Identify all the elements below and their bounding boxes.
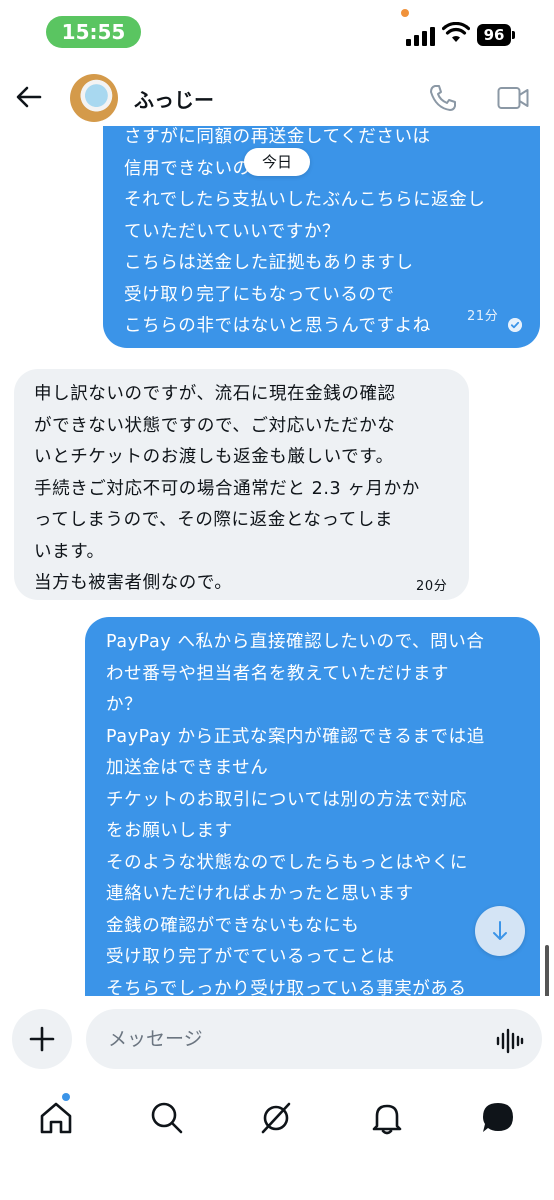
cellular-signal-icon (406, 24, 436, 46)
message-bubble-outgoing[interactable]: さすがに同額の再送金してくださいは 信用できないので それでしたら支払いしたぶん… (103, 126, 540, 348)
message-line: いとチケットのお渡しも返金も厳しいです。 (34, 447, 394, 467)
avatar[interactable] (70, 74, 118, 122)
message-line: います。 (34, 541, 105, 562)
message-bubble-incoming[interactable]: 申し訳ないのですが、流石に現在金銭の確認 ができない状態ですので、ご対応いただか… (14, 369, 469, 600)
camera-indicator-dot (401, 9, 409, 17)
arrow-left-icon[interactable] (14, 82, 44, 112)
message-line: 連絡いただければよかったと思います (106, 884, 414, 904)
grok-icon[interactable] (258, 1100, 294, 1136)
message-line: 信用できないので (124, 158, 269, 179)
message-line: ってしまうので、その際に返金となってしま (34, 510, 394, 530)
status-time: 15:55 (46, 16, 141, 48)
message-line: ができない状態ですので、ご対応いただかな (34, 415, 396, 436)
add-attachment-button[interactable] (12, 1009, 72, 1069)
message-list[interactable]: さすがに同額の再送金してくださいは 信用できないので それでしたら支払いしたぶん… (0, 126, 554, 996)
chat-header: ふっじー (0, 70, 554, 126)
message-line: そちらでしっかり受け取っている事実がある (106, 978, 467, 997)
message-line: それでしたら支払いしたぶんこちらに返金し (124, 190, 486, 210)
message-line: PayPay から正式な案内が確認できるまでは追 (106, 726, 485, 747)
read-check-icon (508, 318, 522, 332)
message-line: PayPay へ私から直接確認したいので、問い合 (106, 632, 485, 652)
home-icon[interactable] (38, 1100, 74, 1136)
message-line: 申し訳ないのですが、流石に現在金銭の確認 (34, 384, 396, 404)
message-line: をお願いします (106, 821, 233, 841)
status-bar: 15:55 96 (0, 0, 554, 70)
date-divider: 今日 (244, 148, 310, 176)
battery-icon (512, 31, 515, 39)
battery-level: 96 (477, 24, 511, 46)
message-line: わせ番号や担当者名を教えていただけます (106, 663, 450, 684)
arrow-down-icon (493, 921, 507, 940)
message-line: 受け取り完了がでているってことは (106, 947, 395, 967)
bell-icon[interactable] (369, 1100, 405, 1136)
message-line: こちらは送金した証拠もありますし (124, 253, 414, 273)
video-camera-icon[interactable] (497, 85, 529, 111)
message-composer (0, 996, 554, 1084)
scrollbar[interactable] (545, 945, 549, 996)
message-line: ていただいていいですか？ (124, 221, 341, 242)
plus-icon (29, 1026, 55, 1052)
message-time: 20分 (416, 579, 448, 594)
phone-icon[interactable] (428, 83, 458, 113)
message-bubble-outgoing[interactable]: PayPay へ私から直接確認したいので、問い合 わせ番号や担当者名を教えていた… (85, 617, 540, 996)
message-line: 加送金はできません (106, 758, 269, 778)
home-badge-dot (62, 1093, 70, 1101)
bottom-tab-bar (0, 1084, 554, 1200)
message-line: 当方も被害者側なので。 (34, 573, 233, 593)
message-line: そのような状態なのでしたらもっとはやくに (106, 852, 468, 873)
message-bubble-icon[interactable] (480, 1100, 516, 1136)
message-line: 手続きご対応不可の場合通常だと 2.3 ヶ月かか (34, 478, 420, 499)
voice-wave-icon[interactable] (496, 1028, 524, 1054)
message-line: か？ (106, 695, 143, 715)
message-line: さすがに同額の再送金してくださいは (124, 127, 431, 147)
scroll-to-bottom-button[interactable] (475, 906, 525, 956)
message-time: 21分 (467, 309, 499, 324)
message-line: チケットのお取引については別の方法で対応 (106, 789, 468, 810)
contact-name[interactable]: ふっじー (134, 84, 214, 113)
wifi-icon (442, 22, 470, 42)
message-input[interactable] (86, 1009, 542, 1069)
search-icon[interactable] (149, 1100, 185, 1136)
